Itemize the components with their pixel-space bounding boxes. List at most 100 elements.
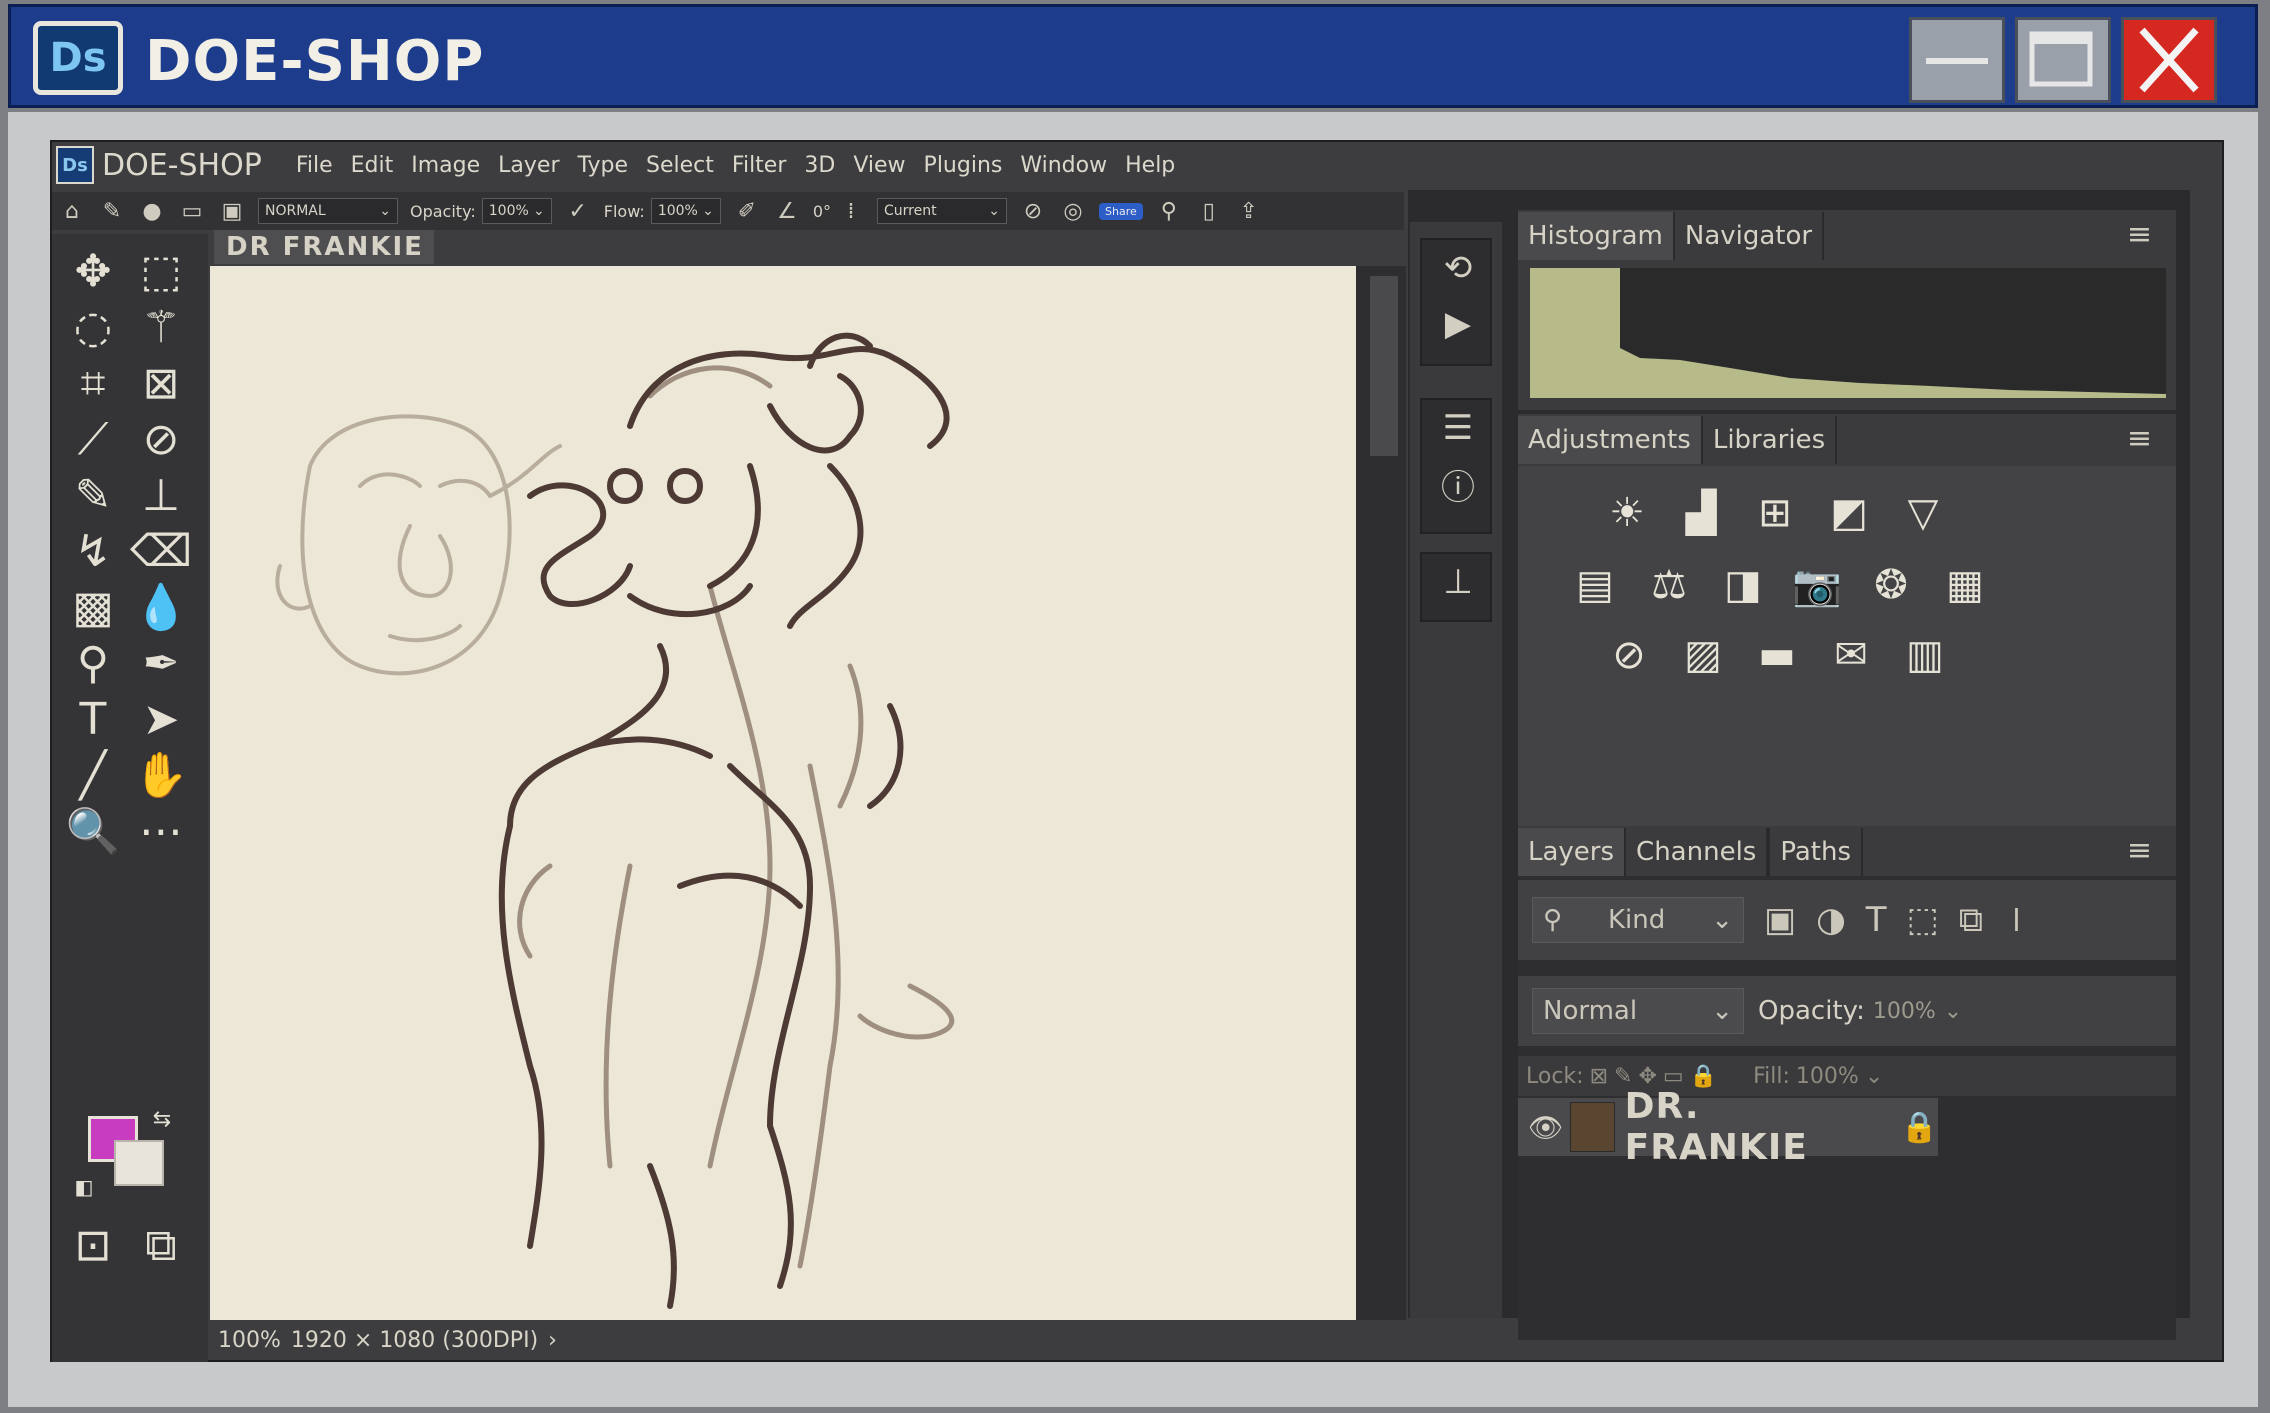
zoom-tool-icon[interactable]: 🔍 [62,802,124,860]
eyedropper-tool-icon[interactable]: ⟋ [62,410,124,468]
close-button[interactable] [2121,17,2217,103]
menu-layer[interactable]: Layer [498,153,559,178]
flow-select[interactable]: 100% ⌄ [650,198,721,224]
tab-navigator[interactable]: Navigator [1672,212,1825,260]
panel-menu-icon[interactable]: ≡ [2127,424,2152,454]
more-tools-icon[interactable]: ⋯ [130,802,192,860]
chevron-down-icon[interactable]: ⌄ [1944,999,1962,1024]
ignore-adjustments-icon[interactable]: ⊘ [1017,196,1049,226]
mode-select[interactable]: NORMAL ⌄ [258,198,398,224]
smart-object-filter-icon[interactable]: ⧉ [1959,900,1983,940]
lock-all-icon[interactable]: 🔒 [1690,1064,1717,1089]
path-selection-tool-icon[interactable]: ➤ [130,690,192,748]
blend-mode-select[interactable]: Normal ⌄ [1532,988,1744,1034]
pressure-opacity-icon[interactable]: ✓ [562,196,594,226]
black-white-icon[interactable]: ◨ [1712,558,1774,612]
chevron-right-icon[interactable]: › [548,1328,557,1353]
pressure-size-icon[interactable]: ◎ [1057,196,1089,226]
lasso-tool-icon[interactable]: ◌ [62,298,124,356]
menu-help[interactable]: Help [1125,153,1175,178]
menu-window[interactable]: Window [1020,153,1107,178]
color-balance-icon[interactable]: ⚖ [1638,558,1700,612]
canvas[interactable] [210,266,1356,1320]
history-icon[interactable]: ⟲ [1422,240,1494,296]
hue-saturation-icon[interactable]: ▤ [1564,558,1626,612]
menu-view[interactable]: View [853,153,905,178]
share-button[interactable]: Share [1099,202,1143,220]
menu-edit[interactable]: Edit [351,153,394,178]
screen-mode-icon[interactable]: ⧉ [130,1216,192,1274]
panel-menu-icon[interactable]: ≡ [2127,220,2152,250]
angle-icon[interactable]: ∠ [771,196,803,226]
info-icon[interactable]: ⓘ [1422,456,1494,512]
type-filter-icon[interactable]: T [1866,900,1887,940]
menu-select[interactable]: Select [646,153,714,178]
frame-tool-icon[interactable]: ⊠ [130,354,192,412]
minimize-button[interactable] [1909,17,2005,103]
clone-stamp-tool-icon[interactable]: ⊥ [130,466,192,524]
layer-row[interactable]: 👁 DR. FRANKIE 🔒 [1518,1086,1938,1168]
tab-adjustments[interactable]: Adjustments [1518,416,1701,464]
background-color-swatch[interactable] [114,1140,164,1186]
workspace-icon[interactable]: ▯ [1193,196,1225,226]
search-icon[interactable]: ⚲ [1153,196,1185,226]
pixel-filter-icon[interactable]: ▣ [1764,900,1796,940]
photo-filter-icon[interactable]: 📷 [1786,558,1848,612]
sample-select[interactable]: Current ⌄ [877,198,1007,224]
quick-mask-icon[interactable]: ⊡ [62,1216,124,1274]
brush-tool-icon[interactable]: ✎ [62,466,124,524]
home-icon[interactable]: ⌂ [56,196,88,226]
history-brush-tool-icon[interactable]: ↯ [62,522,124,580]
zoom-level[interactable]: 100% [218,1328,281,1353]
lock-artboard-icon[interactable]: ▭ [1663,1064,1684,1089]
invert-icon[interactable]: ⊘ [1598,628,1660,682]
menu-3d[interactable]: 3D [804,153,835,178]
crop-tool-icon[interactable]: ⌗ [62,354,124,412]
brush-size-icon[interactable]: ● [136,196,168,226]
lock-position-icon[interactable]: ✥ [1638,1064,1656,1089]
pen-tool-icon[interactable]: ✒ [130,634,192,692]
symmetry-icon[interactable]: ⁞ [835,196,867,226]
tab-libraries[interactable]: Libraries [1700,416,1838,464]
menu-file[interactable]: File [296,153,333,178]
maximize-button[interactable] [2015,17,2111,103]
chevron-down-icon[interactable]: ⌄ [1865,1064,1883,1089]
clone-source-icon[interactable]: ⊥ [1422,554,1494,610]
channel-mixer-icon[interactable]: ❂ [1860,558,1922,612]
filter-toggle-icon[interactable]: ⏽ [2003,900,2030,940]
menu-image[interactable]: Image [411,153,480,178]
eye-icon[interactable]: 👁 [1528,1111,1564,1144]
tab-layers[interactable]: Layers [1518,828,1625,876]
gradient-tool-icon[interactable]: ▩ [62,578,124,636]
blur-tool-icon[interactable]: 💧 [130,578,192,636]
document-tab[interactable]: DR FRANKIE [214,230,434,264]
layer-name[interactable]: DR. FRANKIE [1625,1086,1891,1168]
tab-paths[interactable]: Paths [1768,828,1864,876]
angle-value[interactable]: 0° [813,202,831,221]
swap-colors-icon[interactable]: ⇆ [142,1104,182,1134]
vertical-scrollbar[interactable] [1370,276,1398,456]
folder-icon[interactable]: ▭ [176,196,208,226]
menu-filter[interactable]: Filter [732,153,786,178]
gradient-map-icon[interactable]: ✉ [1820,628,1882,682]
type-tool-icon[interactable]: T [62,690,124,748]
layer-opacity-value[interactable]: 100% [1873,999,1936,1024]
curves-icon[interactable]: ⊞ [1744,486,1806,540]
healing-brush-tool-icon[interactable]: ⊘ [130,410,192,468]
fill-value[interactable]: 100% [1796,1064,1859,1089]
tab-histogram[interactable]: Histogram [1518,212,1673,260]
move-tool-icon[interactable]: ✥ [62,242,124,300]
lock-pixels-icon[interactable]: ✎ [1614,1064,1632,1089]
lock-transparency-icon[interactable]: ⊠ [1590,1064,1608,1089]
hand-tool-icon[interactable]: ✋ [130,746,192,804]
line-tool-icon[interactable]: ╱ [62,746,124,804]
default-colors-icon[interactable]: ◧ [64,1172,104,1202]
panel-menu-icon[interactable]: ≡ [2127,836,2152,866]
dodge-tool-icon[interactable]: ⚲ [62,634,124,692]
eraser-tool-icon[interactable]: ⌫ [130,522,192,580]
actions-play-icon[interactable]: ▶ [1422,296,1494,352]
menu-type[interactable]: Type [578,153,629,178]
shape-filter-icon[interactable]: ⬚ [1907,900,1939,940]
adjustment-filter-icon[interactable]: ◑ [1816,900,1846,940]
magic-wand-tool-icon[interactable]: ⚚ [130,298,192,356]
